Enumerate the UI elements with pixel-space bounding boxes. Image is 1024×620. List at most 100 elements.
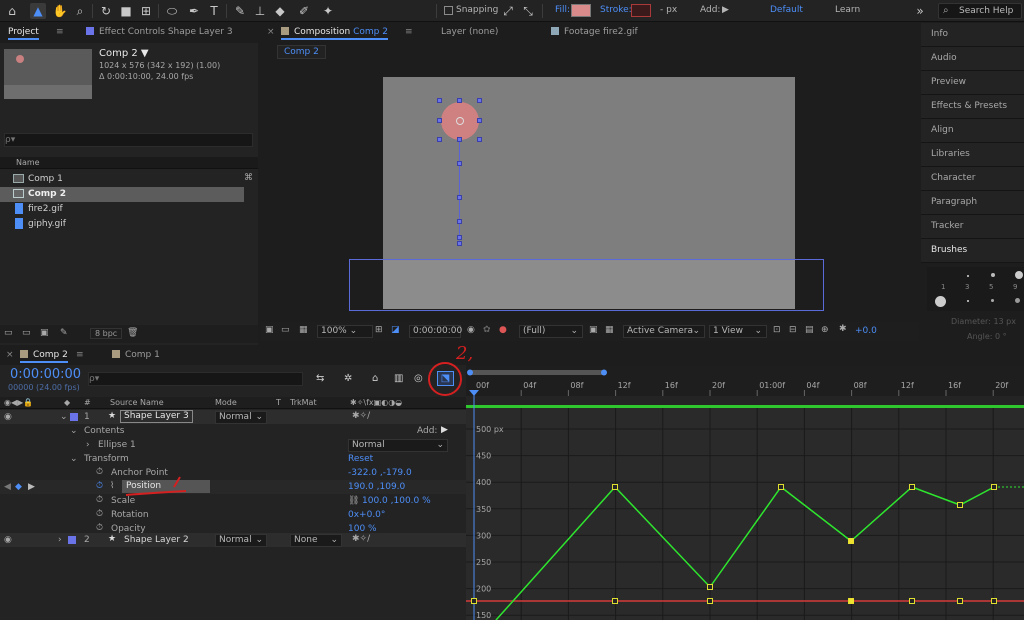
panel-libraries[interactable]: Libraries <box>921 143 1024 167</box>
col-source-name[interactable]: Source Name <box>110 398 164 407</box>
tab-menu-icon[interactable]: ≡ <box>405 27 413 37</box>
pan-behind-tool-icon[interactable]: ⊞ <box>138 3 154 19</box>
transform-handle[interactable] <box>477 98 482 103</box>
mode-dropdown[interactable]: Normal ⌄ <box>215 534 267 547</box>
comp-mini-flowchart-icon[interactable]: ⇆ <box>316 373 324 384</box>
layer-row-1[interactable]: ◉ ⌄ 1 ★ Shape Layer 3 Normal ⌄ ✱✧/ <box>0 410 466 424</box>
col-trkmat[interactable]: TrkMat <box>290 398 317 407</box>
motion-blur-icon[interactable]: ◎ <box>414 373 423 384</box>
layer-row-2[interactable]: ◉ › 2 ★ Shape Layer 2 Normal ⌄ None ⌄ ✱✧/ <box>0 533 466 547</box>
type-tool-icon[interactable]: T <box>206 3 222 19</box>
panel-info[interactable]: Info <box>921 23 1024 47</box>
stopwatch-icon[interactable]: ⏱ <box>96 495 103 505</box>
tab-project[interactable]: Project <box>8 27 39 40</box>
frame-blending-icon[interactable]: ▥ <box>394 373 403 384</box>
hand-tool-icon[interactable]: ✋ <box>52 3 68 19</box>
magnification-dropdown[interactable]: 100% ⌄ <box>317 325 373 338</box>
transparency-icon[interactable]: ▦ <box>605 325 614 335</box>
stopwatch-icon[interactable]: ⏱ <box>96 509 103 519</box>
stroke-label[interactable]: Stroke: <box>600 5 632 15</box>
tab-effect-controls[interactable]: Effect Controls Shape Layer 3 <box>86 27 233 37</box>
camera-view-dropdown[interactable]: Active Camera ⌄ <box>623 325 705 338</box>
transform-handle[interactable] <box>477 137 482 142</box>
camera-tool-icon[interactable]: ■ <box>118 3 134 19</box>
reset-link[interactable]: Reset <box>348 454 373 464</box>
view-layout-dropdown[interactable]: 1 View ⌄ <box>709 325 767 338</box>
list-item[interactable]: Comp 1 <box>0 172 244 187</box>
safe-margins-icon[interactable]: ▦ <box>299 325 308 335</box>
camera-snapshot-icon[interactable]: ◉ <box>467 325 475 335</box>
panel-character[interactable]: Character <box>921 167 1024 191</box>
timeline-icon[interactable]: ▤ <box>805 325 814 335</box>
snapping-checkbox[interactable] <box>444 6 453 15</box>
brush-presets-grid[interactable]: 1 3 5 9 <box>927 267 1024 311</box>
settings-icon[interactable]: ✎ <box>60 328 68 338</box>
display-icon[interactable]: ▭ <box>281 325 290 335</box>
transform-handle[interactable] <box>477 118 482 123</box>
fast-previews-icon[interactable]: ⊟ <box>789 325 797 335</box>
shy-layers-icon[interactable]: ⌂ <box>372 373 378 384</box>
mode-dropdown[interactable]: Normal ⌄ <box>215 411 267 424</box>
project-search-input[interactable] <box>4 133 253 147</box>
exposure-value[interactable]: +0.0 <box>855 326 877 336</box>
workspace-learn[interactable]: Learn <box>835 5 860 15</box>
pen-tool-icon[interactable]: ✒ <box>186 3 202 19</box>
keyframe-icon[interactable]: ◆ <box>15 482 22 492</box>
prop-anchor-point[interactable]: ⏱ Anchor Point -322.0 ,-179.0 <box>0 466 466 480</box>
next-keyframe-icon[interactable]: ▶ <box>28 482 35 492</box>
comp-name-title[interactable]: Comp 2 ▼ <box>99 48 149 59</box>
panel-tracker[interactable]: Tracker <box>921 215 1024 239</box>
path-keyframe[interactable] <box>457 195 462 200</box>
fill-label[interactable]: Fill: <box>555 5 570 15</box>
snap-expand-icon[interactable]: ⤢ <box>500 3 516 19</box>
col-mode[interactable]: Mode <box>215 398 237 407</box>
panel-align[interactable]: Align <box>921 119 1024 143</box>
toggle-pixel-aspect-icon[interactable]: ⊡ <box>773 325 781 335</box>
ellipse-row[interactable]: › Ellipse 1 Normal ⌄ <box>0 438 466 452</box>
path-keyframe[interactable] <box>457 219 462 224</box>
shape-tool-icon[interactable]: ⬭ <box>164 3 180 19</box>
snap-align-icon[interactable]: ⤡ <box>520 3 536 19</box>
graph-editor[interactable]: 00f 04f 08f 12f 16f 20f 01:00f 04f 08f 12f 16f 20f 5… <box>466 366 1024 620</box>
tab-menu-icon[interactable]: ≡ <box>56 27 64 37</box>
stopwatch-icon[interactable]: ⏱ <box>96 467 103 477</box>
ellipse-mode-dropdown[interactable]: Normal ⌄ <box>348 439 448 452</box>
layer-name-shape-layer-2[interactable]: Shape Layer 2 <box>124 535 189 545</box>
eraser-tool-icon[interactable]: ◆ <box>272 3 288 19</box>
close-icon[interactable]: × <box>267 27 275 37</box>
home-icon[interactable]: ⌂ <box>4 3 20 19</box>
bpc-toggle[interactable]: 8 bpc <box>90 328 123 339</box>
rotation-tool-icon[interactable]: ↻ <box>98 3 114 19</box>
add-menu-icon[interactable]: ▶ <box>441 425 448 435</box>
transform-handle[interactable] <box>457 98 462 103</box>
transform-handle[interactable] <box>437 118 442 123</box>
prop-position[interactable]: ◀ ◆ ▶ ⏱ ⌇ Position 190.0 ,109.0 <box>0 480 466 494</box>
region-of-interest-icon[interactable]: ▣ <box>589 325 598 335</box>
col-t[interactable]: T <box>276 398 281 407</box>
interpret-footage-icon[interactable]: ▭ <box>4 328 13 338</box>
roto-brush-tool-icon[interactable]: ✐ <box>296 3 312 19</box>
current-time-display[interactable]: 0:00:00:00 <box>409 325 462 338</box>
stroke-color-swatch[interactable] <box>631 4 651 17</box>
always-preview-icon[interactable]: ▣ <box>265 325 274 335</box>
channel-icon[interactable]: ● <box>499 325 507 335</box>
transparency-grid-icon[interactable]: ◪ <box>391 325 400 335</box>
prop-scale[interactable]: ⏱ Scale ⛓ 100.0 ,100.0 % <box>0 494 466 508</box>
show-snapshot-icon[interactable]: ✿ <box>483 325 491 335</box>
current-timecode[interactable]: 0:00:00:00 <box>10 367 81 382</box>
draft-3d-icon[interactable]: ✲ <box>344 373 352 384</box>
delete-icon[interactable]: 🗑 <box>127 328 138 338</box>
flowchart-icon[interactable]: ⌘ <box>244 173 253 183</box>
clone-stamp-tool-icon[interactable]: ⊥ <box>252 3 268 19</box>
transform-handle[interactable] <box>457 137 462 142</box>
prop-rotation[interactable]: ⏱ Rotation 0x+0.0° <box>0 508 466 522</box>
flowchart-icon[interactable]: ⊕ <box>821 325 829 335</box>
brush-tool-icon[interactable]: ✎ <box>232 3 248 19</box>
stopwatch-icon[interactable]: ⏱ <box>96 523 103 533</box>
panel-preview[interactable]: Preview <box>921 71 1024 95</box>
trkmat-dropdown[interactable]: None ⌄ <box>290 534 342 547</box>
tab-comp2[interactable]: Comp 2 <box>20 350 68 363</box>
tab-menu-icon[interactable]: ≡ <box>76 350 84 360</box>
transform-row[interactable]: ⌄ Transform Reset <box>0 452 466 466</box>
graph-editor-svg[interactable]: 00f 04f 08f 12f 16f 20f 01:00f 04f 08f 12f 16f 20f 5… <box>466 366 1024 620</box>
